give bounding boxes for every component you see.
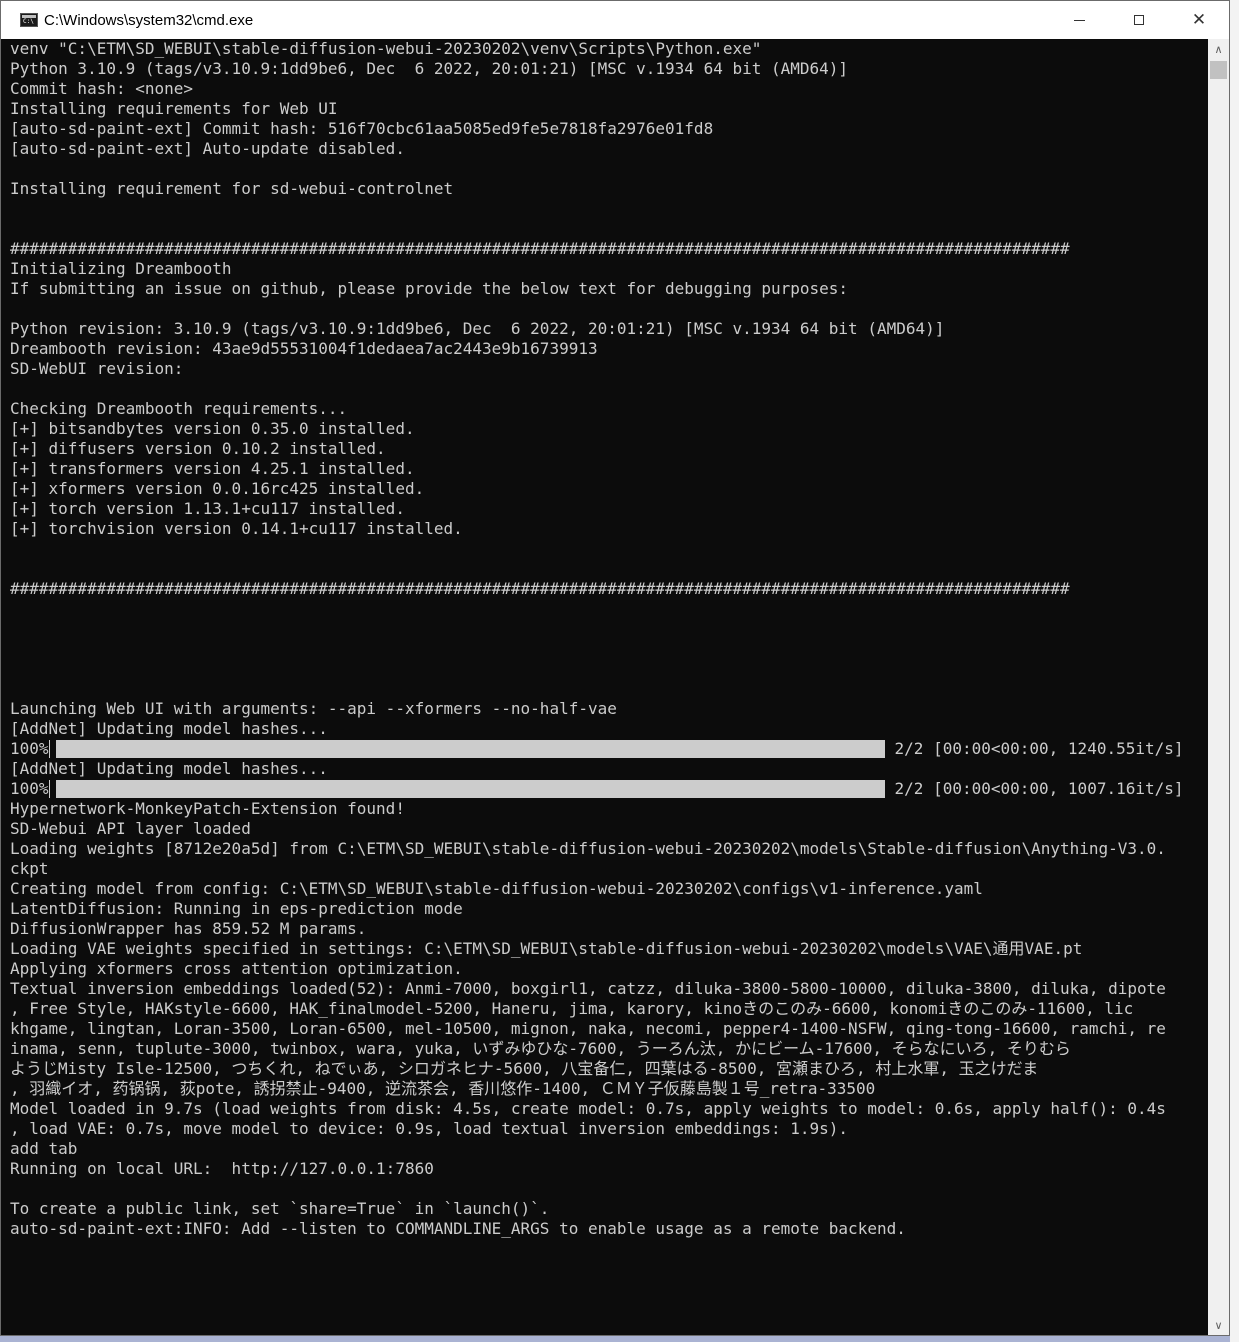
- console-line: [AddNet] Updating model hashes...: [10, 759, 328, 778]
- console-lines-after-progress: Hypernetwork-MonkeyPatch-Extension found…: [10, 799, 1208, 1239]
- progress-bar-row-1: 100% 2/2 [00:00<00:00, 1240.55it/s]: [10, 739, 1208, 759]
- progress-bar-edge: [48, 740, 56, 758]
- console-line: Loading weights [8712e20a5d] from C:\ETM…: [10, 839, 1166, 858]
- console-line: , 羽織イオ, 药锅锅, 荻pote, 誘拐禁止-9400, 逆流茶会, 香川悠…: [10, 1079, 876, 1098]
- console-line: venv "C:\ETM\SD_WEBUI\stable-diffusion-w…: [10, 39, 762, 58]
- console-line: To create a public link, set `share=True…: [10, 1199, 550, 1218]
- vertical-scrollbar[interactable]: ∧ ∨: [1208, 39, 1229, 1335]
- console-line: [auto-sd-paint-ext] Commit hash: 516f70c…: [10, 119, 714, 138]
- progress-percent: 100%: [10, 779, 49, 798]
- console-lines-before-progress: venv "C:\ETM\SD_WEBUI\stable-diffusion-w…: [10, 39, 1208, 739]
- minimize-button[interactable]: [1049, 1, 1109, 39]
- console-line: [+] torch version 1.13.1+cu117 installed…: [10, 499, 405, 518]
- console-line: Loading VAE weights specified in setting…: [10, 939, 1083, 958]
- console-line: ckpt: [10, 859, 49, 878]
- background-window-edge: [1230, 0, 1239, 1342]
- console-line: Model loaded in 9.7s (load weights from …: [10, 1099, 1166, 1118]
- console-line: Applying xformers cross attention optimi…: [10, 959, 463, 978]
- console-line: SD-WebUI revision:: [10, 359, 184, 378]
- console-line: Creating model from config: C:\ETM\SD_WE…: [10, 879, 983, 898]
- progress-stats: 2/2 [00:00<00:00, 1240.55it/s]: [894, 739, 1184, 758]
- title-bar[interactable]: C:\Windows\system32\cmd.exe ✕: [1, 1, 1229, 39]
- console-line: Python revision: 3.10.9 (tags/v3.10.9:1d…: [10, 319, 945, 338]
- console-line: [+] xformers version 0.0.16rc425 install…: [10, 479, 425, 498]
- scroll-thumb[interactable]: [1210, 61, 1227, 79]
- progress-bar-edge: [48, 780, 56, 798]
- cmd-window: C:\Windows\system32\cmd.exe ✕ venv "C:\E…: [0, 0, 1230, 1336]
- console-lines: venv "C:\ETM\SD_WEBUI\stable-diffusion-w…: [1, 39, 1208, 1239]
- close-button[interactable]: ✕: [1169, 1, 1229, 39]
- console-line: Textual inversion embeddings loaded(52):…: [10, 979, 1166, 998]
- console-line: Launching Web UI with arguments: --api -…: [10, 699, 617, 718]
- console-line: [+] bitsandbytes version 0.35.0 installe…: [10, 419, 415, 438]
- console-line: auto-sd-paint-ext:INFO: Add --listen to …: [10, 1219, 906, 1238]
- console-line: Running on local URL: http://127.0.0.1:7…: [10, 1159, 434, 1178]
- minimize-icon: [1073, 19, 1085, 21]
- console-line: Installing requirements for Web UI: [10, 99, 338, 118]
- progress-stats: 2/2 [00:00<00:00, 1007.16it/s]: [894, 779, 1184, 798]
- console-line: , Free Style, HAKstyle-6600, HAK_finalmo…: [10, 999, 1134, 1018]
- console-line: Commit hash: <none>: [10, 79, 194, 98]
- cmd-icon[interactable]: [20, 13, 38, 27]
- progress-bar: [55, 740, 885, 758]
- console-line: If submitting an issue on github, please…: [10, 279, 849, 298]
- console-line: khgame, lingtan, Loran-3500, Loran-6500,…: [10, 1019, 1166, 1038]
- console-line: Python 3.10.9 (tags/v3.10.9:1dd9be6, Dec…: [10, 59, 849, 78]
- console-output[interactable]: venv "C:\ETM\SD_WEBUI\stable-diffusion-w…: [1, 39, 1208, 1335]
- progress-bar: [55, 780, 885, 798]
- scroll-up-arrow-icon[interactable]: ∧: [1208, 39, 1229, 59]
- console-line: [+] diffusers version 0.10.2 installed.: [10, 439, 386, 458]
- close-icon: ✕: [1191, 9, 1207, 30]
- console-line: ########################################…: [10, 579, 1070, 598]
- window-controls: ✕: [1049, 1, 1229, 39]
- scroll-down-arrow-icon[interactable]: ∨: [1208, 1315, 1229, 1335]
- console-line: Dreambooth revision: 43ae9d55531004f1ded…: [10, 339, 598, 358]
- console-line: Checking Dreambooth requirements...: [10, 399, 348, 418]
- progress-percent: 100%: [10, 739, 49, 758]
- console-line: ようじMisty Isle-12500, つちくれ, ねでぃあ, シロガネヒナ-…: [10, 1059, 1039, 1078]
- console-line: ########################################…: [10, 239, 1070, 258]
- console-line: [+] torchvision version 0.14.1+cu117 ins…: [10, 519, 463, 538]
- window-title: C:\Windows\system32\cmd.exe: [44, 11, 254, 29]
- console-line: Hypernetwork-MonkeyPatch-Extension found…: [10, 799, 405, 818]
- console-line: [AddNet] Updating model hashes...: [10, 719, 328, 738]
- console-line: Installing requirement for sd-webui-cont…: [10, 179, 454, 198]
- console-line: , load VAE: 0.7s, move model to device: …: [10, 1119, 849, 1138]
- maximize-button[interactable]: [1109, 1, 1169, 39]
- maximize-icon: [1134, 15, 1144, 25]
- console-line: DiffusionWrapper has 859.52 M params.: [10, 919, 367, 938]
- progress-bar-row-2: 100% 2/2 [00:00<00:00, 1007.16it/s]: [10, 779, 1208, 799]
- console-line: inama, senn, tuplute-3000, twinbox, wara…: [10, 1039, 1071, 1058]
- console-line: [auto-sd-paint-ext] Auto-update disabled…: [10, 139, 405, 158]
- console-line: Initializing Dreambooth: [10, 259, 232, 278]
- console-line: [+] transformers version 4.25.1 installe…: [10, 459, 415, 478]
- console-line: add tab: [10, 1139, 78, 1158]
- console-line: LatentDiffusion: Running in eps-predicti…: [10, 899, 463, 918]
- console-line: SD-Webui API layer loaded: [10, 819, 251, 838]
